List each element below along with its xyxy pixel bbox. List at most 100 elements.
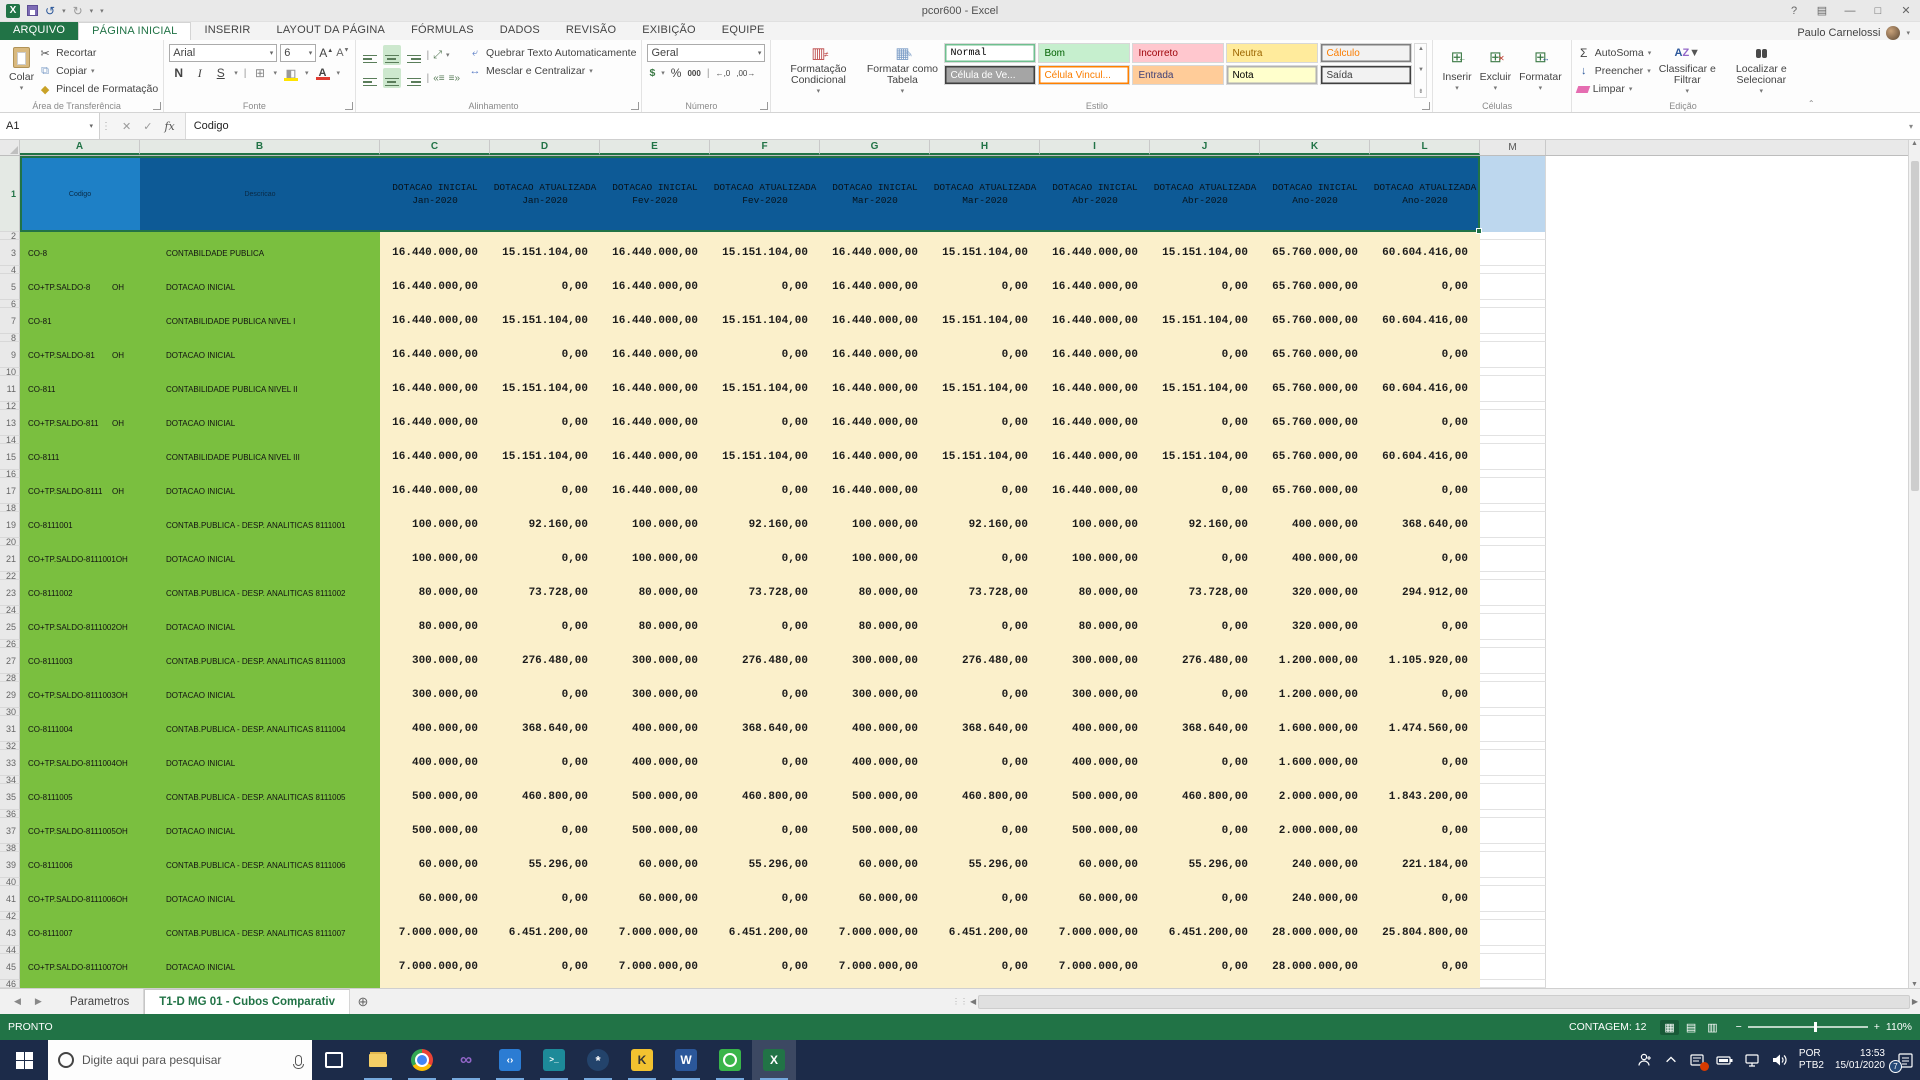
taskbar-search[interactable]: Digite aqui para pesquisar xyxy=(48,1040,312,1080)
cell-value[interactable] xyxy=(380,504,490,512)
cell-value[interactable] xyxy=(1370,368,1480,376)
cell-value[interactable] xyxy=(710,844,820,852)
cell-m[interactable] xyxy=(1480,946,1546,954)
cell-value[interactable]: 60.604.416,00 xyxy=(1370,308,1480,334)
cell-value[interactable]: 0,00 xyxy=(710,818,820,844)
cell-value[interactable]: 7.000.000,00 xyxy=(820,920,930,946)
cell-m[interactable] xyxy=(1480,538,1546,546)
cell-m[interactable] xyxy=(1480,402,1546,410)
row-number-18[interactable]: 18 xyxy=(0,504,20,512)
cell-value[interactable]: 6.451.200,00 xyxy=(710,920,820,946)
cell-desc[interactable]: DOTACAO INICIAL xyxy=(140,954,380,980)
copy-button[interactable]: ⧉Copiar ▾ xyxy=(38,63,158,79)
cell-code[interactable]: CO+TP.SALDO-8111001OH xyxy=(20,546,140,572)
sheet-tab-t1-d-mg-01-cubos-comparativ[interactable]: T1-D MG 01 - Cubos Comparativ xyxy=(144,989,350,1014)
cell-code[interactable] xyxy=(20,538,140,546)
cell-value[interactable] xyxy=(930,606,1040,614)
cell-value[interactable]: 80.000,00 xyxy=(600,580,710,606)
cell-code[interactable] xyxy=(20,742,140,750)
cell-value[interactable] xyxy=(1260,708,1370,716)
cell-value[interactable] xyxy=(930,504,1040,512)
cell-value[interactable] xyxy=(1370,674,1480,682)
cell-desc[interactable] xyxy=(140,606,380,614)
cell-value[interactable] xyxy=(1040,674,1150,682)
cell-value[interactable]: 100.000,00 xyxy=(820,512,930,538)
cell-value[interactable] xyxy=(1260,470,1370,478)
cell-value[interactable]: 0,00 xyxy=(930,274,1040,300)
cell-value[interactable] xyxy=(930,640,1040,648)
cell-value[interactable]: 15.151.104,00 xyxy=(710,240,820,266)
cell-code[interactable] xyxy=(20,844,140,852)
cell-value[interactable] xyxy=(820,776,930,784)
cell-value[interactable]: 80.000,00 xyxy=(380,580,490,606)
cell-value[interactable]: 55.296,00 xyxy=(710,852,820,878)
cell-value[interactable]: 0,00 xyxy=(1150,818,1260,844)
percent-format-icon[interactable]: % xyxy=(671,66,682,80)
cell-value[interactable]: 0,00 xyxy=(1150,546,1260,572)
clock[interactable]: 13:5315/01/2020 xyxy=(1835,1048,1885,1072)
cell-m[interactable] xyxy=(1480,444,1546,470)
cell-code[interactable]: CO-8111007 xyxy=(20,920,140,946)
cell-value[interactable] xyxy=(1150,708,1260,716)
cell-value[interactable]: 15.151.104,00 xyxy=(490,240,600,266)
row-number-29[interactable]: 29 xyxy=(0,682,20,708)
cell-value[interactable] xyxy=(1370,810,1480,818)
cell-value[interactable]: 100.000,00 xyxy=(1040,546,1150,572)
cell-value[interactable] xyxy=(710,878,820,886)
cell-m[interactable] xyxy=(1480,504,1546,512)
cell-value[interactable] xyxy=(1040,810,1150,818)
sheet-tab-parametros[interactable]: Parametros xyxy=(56,989,144,1014)
cell-value[interactable]: 0,00 xyxy=(490,750,600,776)
cell-value[interactable] xyxy=(380,640,490,648)
cell-value[interactable]: 16.440.000,00 xyxy=(600,274,710,300)
cell-value[interactable] xyxy=(1370,878,1480,886)
italic-button[interactable]: I xyxy=(192,66,207,81)
cell-value[interactable]: 60.000,00 xyxy=(820,886,930,912)
cell-value[interactable]: 0,00 xyxy=(710,886,820,912)
cell-value[interactable]: 460.800,00 xyxy=(490,784,600,810)
cell-value[interactable]: 65.760.000,00 xyxy=(1260,376,1370,402)
cell-value[interactable] xyxy=(1260,402,1370,410)
cell-value[interactable] xyxy=(1150,674,1260,682)
cell-value[interactable] xyxy=(490,776,600,784)
row-number-41[interactable]: 41 xyxy=(0,886,20,912)
cell-value[interactable]: 300.000,00 xyxy=(820,682,930,708)
cell-value[interactable]: 0,00 xyxy=(710,342,820,368)
cell-value[interactable]: 0,00 xyxy=(490,342,600,368)
row-number-32[interactable]: 32 xyxy=(0,742,20,750)
increase-indent-icon[interactable]: ≡» xyxy=(449,73,460,84)
cell-m[interactable] xyxy=(1480,912,1546,920)
style-bom[interactable]: Bom xyxy=(1038,43,1130,63)
vertical-scrollbar[interactable]: ▲ ▼ xyxy=(1908,140,1920,988)
column-header-a[interactable]: A xyxy=(20,140,140,155)
tab-inserir[interactable]: INSERIR xyxy=(191,22,263,40)
cell-code[interactable] xyxy=(20,776,140,784)
cell-value[interactable]: 16.440.000,00 xyxy=(1040,240,1150,266)
cell-value[interactable]: 16.440.000,00 xyxy=(380,444,490,470)
find-select-button[interactable]: Localizar e Selecionar▾ xyxy=(1723,43,1799,98)
cell-desc[interactable] xyxy=(140,742,380,750)
cell-desc[interactable]: CONTABILDADE PUBLICA xyxy=(140,240,380,266)
column-header-c[interactable]: C xyxy=(380,140,490,155)
cell-value[interactable] xyxy=(930,980,1040,988)
cell-value[interactable]: 0,00 xyxy=(490,546,600,572)
row-number-20[interactable]: 20 xyxy=(0,538,20,546)
cell-code[interactable]: CO+TP.SALDO-8111005OH xyxy=(20,818,140,844)
cell-value[interactable] xyxy=(710,980,820,988)
cell-desc[interactable] xyxy=(140,640,380,648)
cell-value[interactable]: 15.151.104,00 xyxy=(490,308,600,334)
cell-value[interactable] xyxy=(820,708,930,716)
cell-value[interactable] xyxy=(1260,538,1370,546)
cell-value[interactable] xyxy=(1040,402,1150,410)
cell-m[interactable] xyxy=(1480,640,1546,648)
cell-value[interactable]: 16.440.000,00 xyxy=(820,410,930,436)
chrome-taskbar-button[interactable] xyxy=(400,1040,444,1080)
cell-value[interactable] xyxy=(710,946,820,954)
cell-value[interactable] xyxy=(600,878,710,886)
cell-value[interactable] xyxy=(1260,368,1370,376)
cell-value[interactable]: 73.728,00 xyxy=(930,580,1040,606)
cell-value[interactable]: 73.728,00 xyxy=(1150,580,1260,606)
cell-value[interactable] xyxy=(930,232,1040,240)
cell-value[interactable]: 6.451.200,00 xyxy=(1150,920,1260,946)
cell-value[interactable]: 240.000,00 xyxy=(1260,852,1370,878)
